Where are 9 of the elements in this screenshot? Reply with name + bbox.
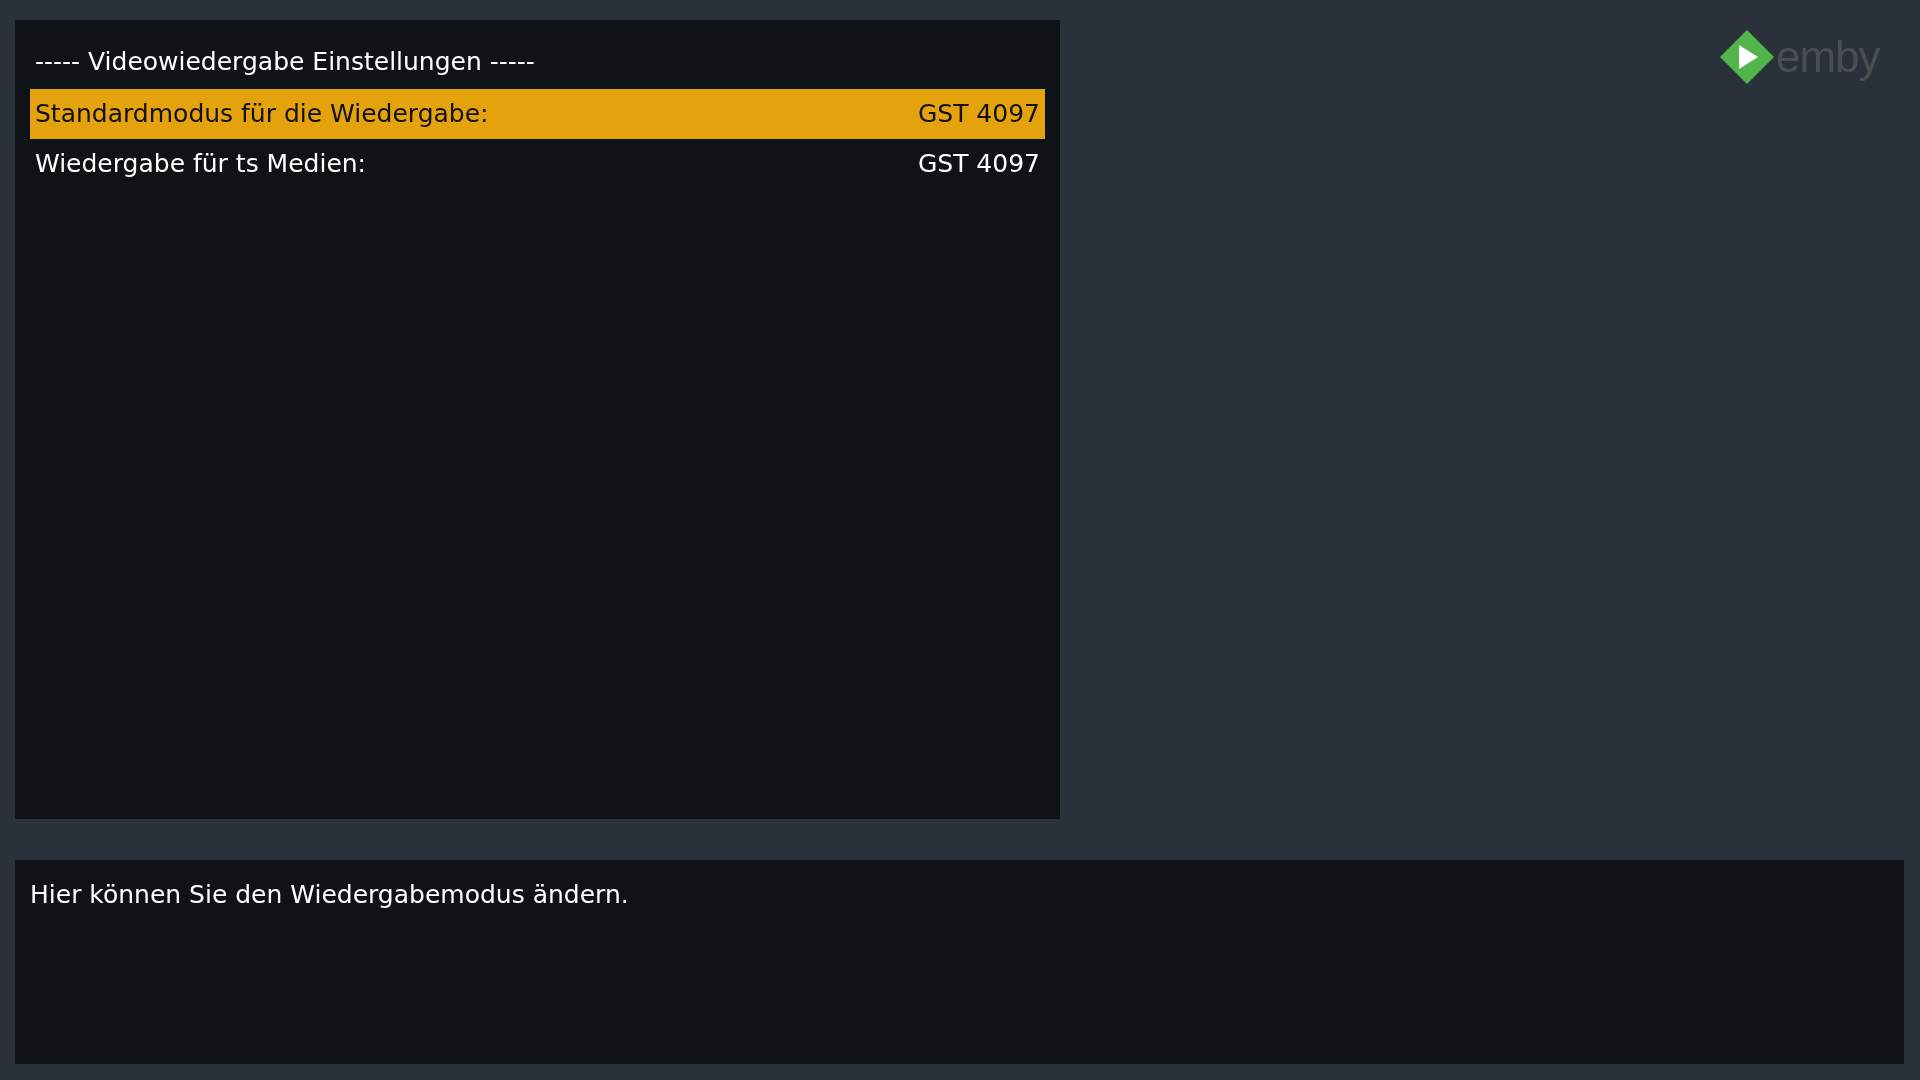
setting-label: Wiedergabe für ts Medien: [35, 148, 367, 181]
settings-row[interactable]: Standardmodus für die Wiedergabe: GST 4097 [30, 89, 1045, 139]
settings-row[interactable]: Wiedergabe für ts Medien: GST 4097 [30, 139, 1045, 189]
setting-label: Standardmodus für die Wiedergabe: [35, 98, 489, 131]
setting-value: GST 4097 [917, 98, 1040, 131]
setting-value: GST 4097 [917, 148, 1040, 181]
panel-title: ----- Videowiedergabe Einstellungen ----- [34, 46, 536, 78]
help-text: Hier können Sie den Wiedergabemodus ändern. [30, 879, 629, 911]
play-diamond-icon [1720, 30, 1774, 84]
